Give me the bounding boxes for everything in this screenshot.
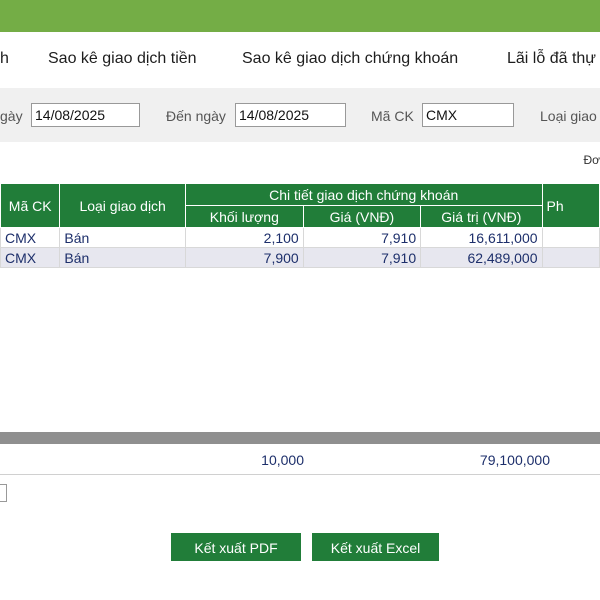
cell-value: 16,611,000 bbox=[420, 227, 543, 248]
tab-realized-profit-loss[interactable]: Lãi lỗ đã thự bbox=[507, 50, 596, 68]
total-volume: 10,000 bbox=[261, 452, 304, 468]
cell-symbol: CMX bbox=[0, 247, 61, 268]
table-row: CMX Bán 2,100 7,910 16,611,000 bbox=[0, 227, 600, 248]
table-row: CMX Bán 7,900 7,910 62,489,000 bbox=[0, 247, 600, 268]
cell-fee bbox=[541, 227, 600, 248]
header-volume: Khối lượng bbox=[184, 205, 304, 228]
cell-fee bbox=[541, 247, 600, 268]
header-value: Giá trị (VNĐ) bbox=[420, 205, 543, 228]
unit-note: Đơ bbox=[583, 153, 600, 167]
symbol-input[interactable] bbox=[422, 103, 514, 127]
cell-type: Bán bbox=[59, 227, 186, 248]
cell-symbol: CMX bbox=[0, 227, 61, 248]
cell-type: Bán bbox=[59, 247, 186, 268]
to-date-input[interactable] bbox=[235, 103, 346, 127]
page-size-select[interactable] bbox=[0, 484, 7, 502]
from-date-label: gày bbox=[0, 108, 23, 124]
symbol-label: Mã CK bbox=[371, 108, 414, 124]
transaction-type-label: Loại giao bbox=[540, 108, 597, 124]
cell-value: 62,489,000 bbox=[420, 247, 543, 268]
cell-volume: 7,900 bbox=[184, 247, 304, 268]
from-date-input[interactable] bbox=[31, 103, 140, 127]
cell-price: 7,910 bbox=[302, 247, 422, 268]
top-banner bbox=[0, 0, 600, 32]
header-securities-detail: Chi tiết giao dịch chứng khoán bbox=[184, 183, 543, 206]
export-excel-button[interactable]: Kết xuất Excel bbox=[312, 533, 439, 561]
total-value: 79,100,000 bbox=[479, 452, 550, 468]
header-symbol: Mã CK bbox=[0, 183, 61, 228]
header-transaction-type: Loại giao dịch bbox=[59, 183, 186, 228]
tab-securities-statement[interactable]: Sao kê giao dịch chứng khoán bbox=[242, 50, 458, 68]
tab-partial-left[interactable]: h bbox=[0, 50, 9, 68]
totals-row: 10,000 79,100,000 bbox=[0, 444, 600, 475]
tab-cash-statement[interactable]: Sao kê giao dịch tiền bbox=[48, 50, 197, 68]
cell-price: 7,910 bbox=[302, 227, 422, 248]
horizontal-scrollbar[interactable] bbox=[0, 432, 600, 444]
export-pdf-button[interactable]: Kết xuất PDF bbox=[171, 533, 301, 561]
to-date-label: Đến ngày bbox=[166, 108, 226, 124]
report-tabs: h Sao kê giao dịch tiền Sao kê giao dịch… bbox=[0, 32, 600, 88]
filter-bar: gày Đến ngày Mã CK Loại giao bbox=[0, 88, 600, 142]
cell-volume: 2,100 bbox=[184, 227, 304, 248]
transactions-table: Mã CK Loại giao dịch Chi tiết giao dịch … bbox=[0, 183, 600, 268]
header-fee: Ph bbox=[541, 183, 600, 228]
header-price: Giá (VNĐ) bbox=[302, 205, 422, 228]
